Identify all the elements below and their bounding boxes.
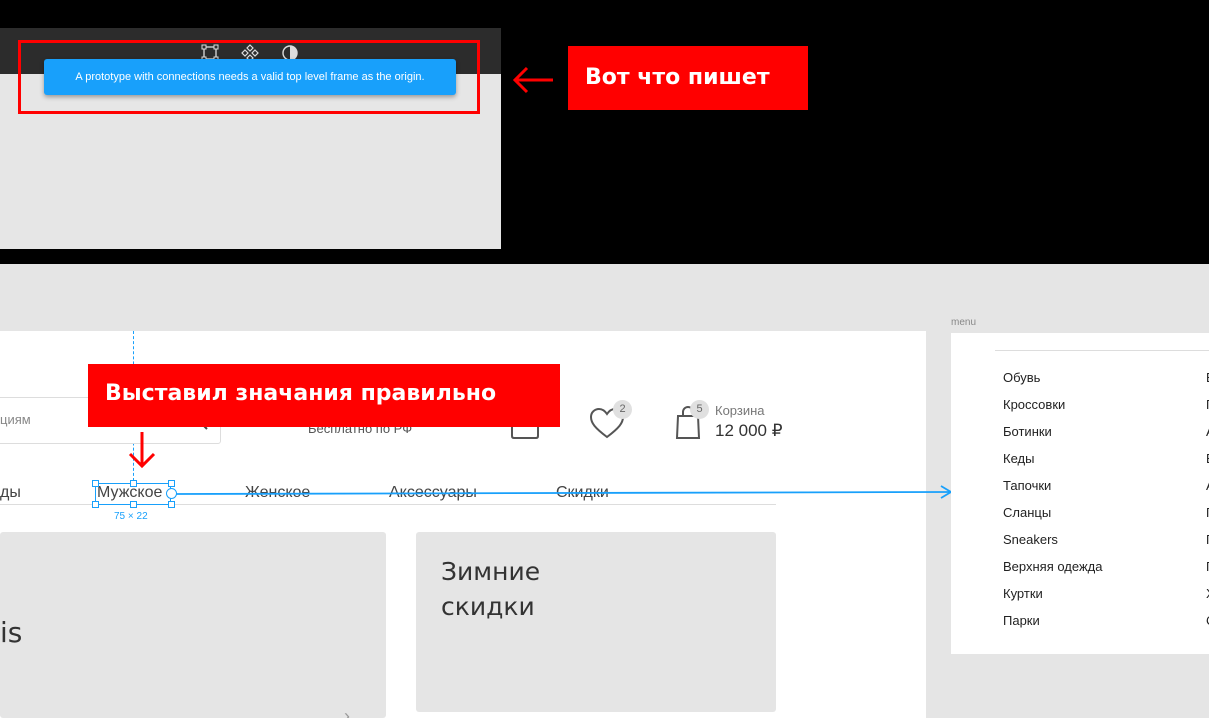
resize-handle[interactable]	[168, 501, 175, 508]
resize-handle[interactable]	[130, 480, 137, 487]
menu-item[interactable]: Парки	[1003, 613, 1040, 628]
search-placeholder: циям	[0, 412, 31, 427]
arrow-left-icon	[512, 66, 553, 94]
cart-label: Корзина	[715, 403, 765, 418]
menu-item[interactable]: Обувь	[1003, 370, 1040, 385]
menu-item[interactable]: Кроссовки	[1003, 397, 1065, 412]
banner-card-left[interactable]	[0, 532, 386, 718]
cart-count-badge: 5	[690, 400, 709, 419]
resize-handle[interactable]	[92, 480, 99, 487]
menu-frame[interactable]	[951, 333, 1209, 654]
menu-item[interactable]: Ботинки	[1003, 424, 1052, 439]
menu-frame-label[interactable]: menu	[951, 317, 976, 328]
resize-handle[interactable]	[168, 480, 175, 487]
highlight-box	[18, 40, 480, 114]
menu-item[interactable]: Тапочки	[1003, 478, 1051, 493]
menu-divider	[995, 350, 1209, 351]
selection-size-label: 75 × 22	[114, 511, 148, 522]
annotation-label-top: Вот что пишет	[568, 46, 808, 110]
menu-item[interactable]: Сланцы	[1003, 505, 1051, 520]
banner-left-text: is	[0, 616, 23, 649]
menu-item[interactable]: Sneakers	[1003, 532, 1058, 547]
annotation-label-mid: Выставил значания правильно	[88, 364, 560, 427]
resize-handle[interactable]	[92, 501, 99, 508]
resize-handle[interactable]	[130, 501, 137, 508]
wishlist-count-badge: 2	[613, 400, 632, 419]
connection-node[interactable]	[166, 488, 177, 499]
cart-sum[interactable]: 12 000 ₽	[715, 421, 783, 441]
menu-item[interactable]: Кеды	[1003, 451, 1034, 466]
arrow-down-icon	[128, 432, 156, 469]
chevron-right-icon[interactable]: ›	[344, 706, 350, 718]
menu-item[interactable]: Куртки	[1003, 586, 1043, 601]
banner-right-title: Зимние скидки	[441, 557, 541, 621]
menu-item[interactable]: Верхняя одежда	[1003, 559, 1102, 574]
